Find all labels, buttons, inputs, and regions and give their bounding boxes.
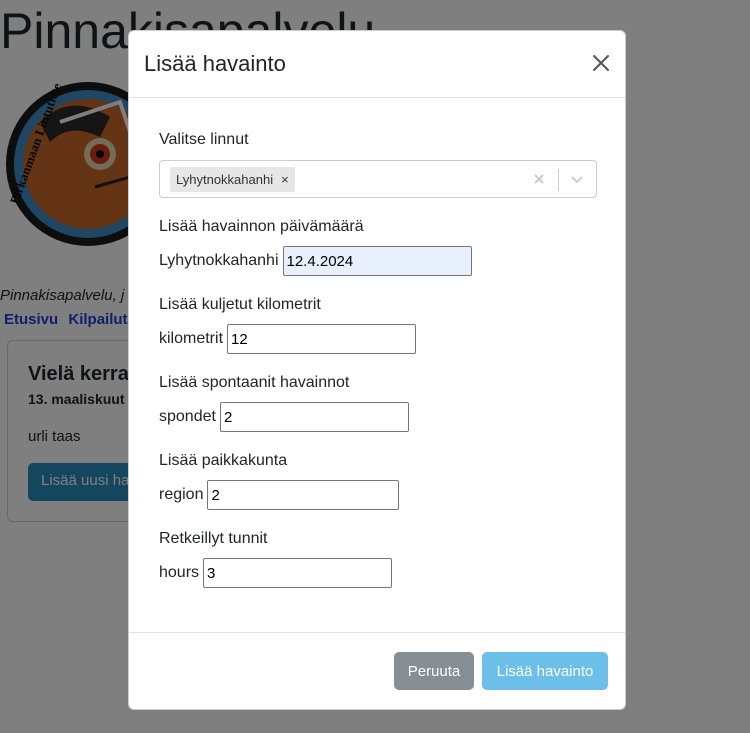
hours-input[interactable] xyxy=(203,558,393,588)
select-separator xyxy=(558,169,559,191)
add-observation-modal: Lisää havainto Valitse linnut Lyhytnokka… xyxy=(128,30,626,710)
km-label: Lisää kuljetut kilometrit xyxy=(159,296,321,313)
region-row: region xyxy=(159,480,400,510)
km-prefix: kilometrit xyxy=(159,330,224,347)
close-icon[interactable] xyxy=(589,51,613,75)
spont-row: spondet xyxy=(159,402,409,432)
modal-header: Lisää havainto xyxy=(129,31,625,98)
region-input[interactable] xyxy=(207,480,400,510)
spont-label: Lisää spontaanit havainnot xyxy=(159,374,350,391)
bird-select[interactable]: Lyhytnokkahanhi × xyxy=(159,160,597,198)
selected-bird-chip: Lyhytnokkahanhi × xyxy=(170,167,295,192)
region-label: Lisää paikkakunta xyxy=(159,452,288,469)
date-row: Lyhytnokkahanhi xyxy=(159,246,472,276)
hours-prefix: hours xyxy=(159,564,200,581)
modal-footer: Peruuta Lisää havainto xyxy=(129,632,625,709)
selected-bird-label: Lyhytnokkahanhi xyxy=(176,172,274,187)
region-prefix: region xyxy=(159,486,204,503)
date-prefix: Lyhytnokkahanhi xyxy=(159,252,279,269)
date-input[interactable] xyxy=(282,246,472,276)
hours-label: Retkeillyt tunnit xyxy=(159,530,268,547)
spont-prefix: spondet xyxy=(159,408,216,425)
submit-observation-button[interactable]: Lisää havainto xyxy=(482,652,608,690)
spont-input[interactable] xyxy=(219,402,409,432)
remove-bird-icon[interactable]: × xyxy=(279,172,295,187)
chevron-down-icon[interactable] xyxy=(568,170,586,188)
date-label: Lisää havainnon päivämäärä xyxy=(159,218,364,235)
km-input[interactable] xyxy=(227,324,417,354)
birds-label: Valitse linnut xyxy=(159,131,249,148)
km-row: kilometrit xyxy=(159,324,417,354)
cancel-button[interactable]: Peruuta xyxy=(394,652,474,690)
hours-row: hours xyxy=(159,558,393,588)
modal-title: Lisää havainto xyxy=(144,51,286,76)
clear-icon[interactable] xyxy=(530,170,548,188)
modal-body: Valitse linnut Lyhytnokkahanhi × Lisää h… xyxy=(129,98,625,635)
